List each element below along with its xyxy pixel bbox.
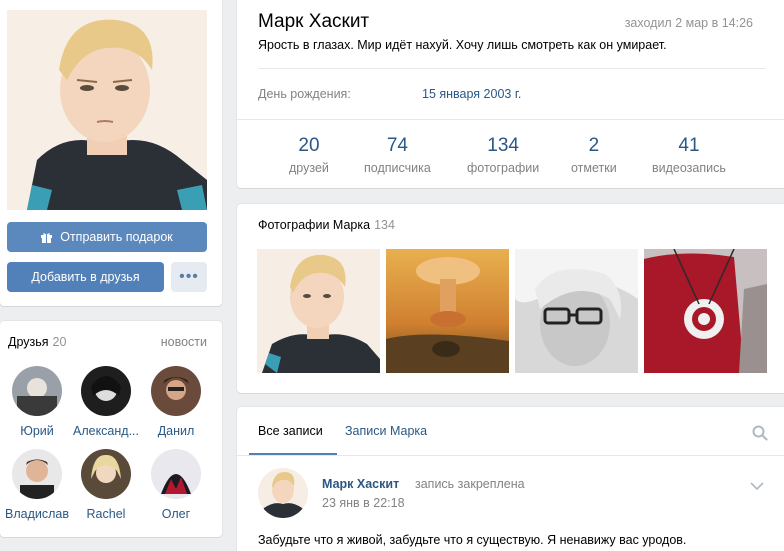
gift-icon bbox=[41, 232, 53, 243]
tab-all-posts[interactable]: Все записи bbox=[258, 424, 323, 438]
tab-owner-posts[interactable]: Записи Марка bbox=[345, 424, 427, 438]
friend-avatar bbox=[12, 366, 62, 416]
send-gift-label: Отправить подарок bbox=[60, 230, 173, 244]
profile-name: Марк Хаскит bbox=[258, 11, 370, 32]
photos-count: 134 bbox=[374, 218, 395, 232]
post-text: Забудьте что я живой, забудьте что я сущ… bbox=[258, 533, 687, 547]
counter-label: друзей bbox=[289, 161, 329, 175]
more-actions-button[interactable]: ••• bbox=[171, 262, 207, 292]
send-gift-button[interactable]: Отправить подарок bbox=[7, 222, 207, 252]
wall-card: Все записи Записи Марка Марк Хаскит запи… bbox=[237, 407, 784, 551]
counter-value: 2 bbox=[588, 135, 600, 156]
photo-thumbnail[interactable] bbox=[257, 249, 380, 373]
counter-friends[interactable]: 20 друзей bbox=[289, 135, 329, 175]
counter-label: фотографии bbox=[467, 161, 540, 175]
photos-title: Фотографии Марка bbox=[258, 218, 371, 232]
friend-name: Олег bbox=[161, 507, 191, 521]
friend-name: Rachel bbox=[86, 507, 126, 521]
chevron-down-icon[interactable] bbox=[750, 479, 764, 491]
counter-value: 41 bbox=[678, 135, 700, 156]
add-friend-button[interactable]: Добавить в друзья bbox=[7, 262, 164, 292]
post-author-name[interactable]: Марк Хаскит bbox=[322, 477, 399, 491]
friend-item[interactable]: Юрий bbox=[1, 366, 73, 438]
photos-header[interactable]: Фотографии Марка 134 bbox=[258, 218, 395, 232]
photos-card: Фотографии Марка 134 bbox=[237, 204, 784, 393]
counter-value: 20 bbox=[298, 135, 320, 156]
divider bbox=[237, 119, 784, 120]
last-seen: заходил 2 мар в 14:26 bbox=[624, 16, 753, 30]
friends-card: Друзья 20 новости Юрий Александ... Данил … bbox=[0, 321, 222, 537]
counter-followers[interactable]: 74 подписчика bbox=[364, 135, 431, 175]
profile-info-card: Марк Хаскит заходил 2 мар в 14:26 Ярость… bbox=[237, 0, 784, 188]
photo-thumbnail[interactable] bbox=[515, 249, 638, 373]
birthday-value[interactable]: 15 января 2003 г. bbox=[422, 87, 521, 101]
profile-avatar[interactable] bbox=[7, 10, 207, 210]
counter-value: 74 bbox=[386, 135, 408, 156]
counter-value: 134 bbox=[487, 135, 519, 156]
friend-avatar bbox=[151, 449, 201, 499]
friend-avatar bbox=[81, 449, 131, 499]
friends-title: Друзья bbox=[8, 335, 49, 349]
friend-name: Данил bbox=[157, 424, 195, 438]
avatar-card: Отправить подарок Добавить в друзья ••• bbox=[0, 0, 222, 306]
post-pinned-label: запись закреплена bbox=[415, 477, 525, 491]
friends-header[interactable]: Друзья 20 bbox=[8, 335, 66, 349]
post-author-avatar[interactable] bbox=[258, 468, 308, 518]
friend-name: Владислав bbox=[5, 507, 69, 521]
search-icon[interactable] bbox=[752, 425, 768, 441]
friend-item[interactable]: Владислав bbox=[1, 449, 73, 521]
friend-item[interactable]: Александ... bbox=[70, 366, 142, 438]
counter-label: подписчика bbox=[364, 161, 431, 175]
photo-thumbnail[interactable] bbox=[386, 249, 509, 373]
friend-avatar bbox=[81, 366, 131, 416]
post-date[interactable]: 23 янв в 22:18 bbox=[322, 496, 405, 510]
counter-tags[interactable]: 2 отметки bbox=[571, 135, 617, 175]
profile-status[interactable]: Ярость в глазах. Мир идёт нахуй. Хочу ли… bbox=[258, 38, 667, 52]
divider bbox=[237, 455, 784, 456]
photo-thumbnail[interactable] bbox=[644, 249, 767, 373]
friend-item[interactable]: Данил bbox=[140, 366, 212, 438]
friends-news-link[interactable]: новости bbox=[161, 335, 207, 349]
counter-photos[interactable]: 134 фотографии bbox=[467, 135, 539, 175]
divider bbox=[258, 68, 766, 69]
counter-videos[interactable]: 41 видеозапись bbox=[652, 135, 726, 175]
friends-count: 20 bbox=[52, 335, 67, 349]
birthday-label: День рождения: bbox=[258, 87, 351, 101]
friend-avatar bbox=[12, 449, 62, 499]
friend-item[interactable]: Олег bbox=[140, 449, 212, 521]
counter-label: видеозапись bbox=[652, 161, 726, 175]
friend-name: Юрий bbox=[20, 424, 54, 438]
friend-item[interactable]: Rachel bbox=[70, 449, 142, 521]
friend-name: Александ... bbox=[72, 424, 139, 438]
friend-avatar bbox=[151, 366, 201, 416]
counter-label: отметки bbox=[571, 161, 617, 175]
